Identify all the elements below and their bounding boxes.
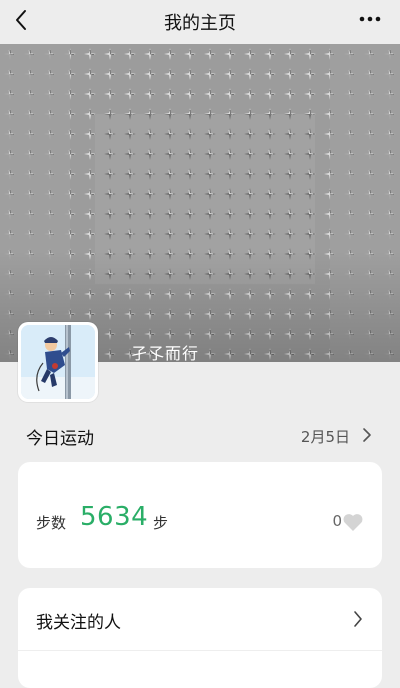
chevron-right-icon[interactable] [360, 427, 374, 443]
steps-card[interactable]: 步数 5634 步 0 [18, 462, 382, 568]
today-section-label: 今日运动 [26, 429, 94, 449]
following-label: 我关注的人 [36, 613, 121, 633]
climber-illustration [21, 325, 95, 399]
more-dots-icon[interactable] [358, 12, 382, 26]
following-card: 我关注的人 [18, 588, 382, 688]
chevron-right-icon [354, 611, 362, 627]
today-date[interactable]: 2月5日 [301, 426, 350, 447]
today-section-header[interactable]: 今日运动 2月5日 [26, 424, 374, 449]
avatar-image [21, 325, 95, 399]
top-nav-bar: 我的主页 [0, 0, 400, 44]
heart-icon[interactable] [342, 512, 364, 532]
likes-count: 0 [332, 512, 342, 530]
steps-value: 5634 [80, 502, 149, 532]
cover-image[interactable] [0, 44, 400, 362]
steps-label: 步数 [36, 514, 67, 532]
cover-pattern [0, 44, 400, 362]
avatar[interactable] [18, 322, 98, 402]
steps-unit: 步 [153, 514, 169, 532]
following-row[interactable]: 我关注的人 [18, 588, 382, 651]
page-title: 我的主页 [164, 13, 236, 34]
profile-nickname: 孑孓而行 [131, 344, 200, 363]
